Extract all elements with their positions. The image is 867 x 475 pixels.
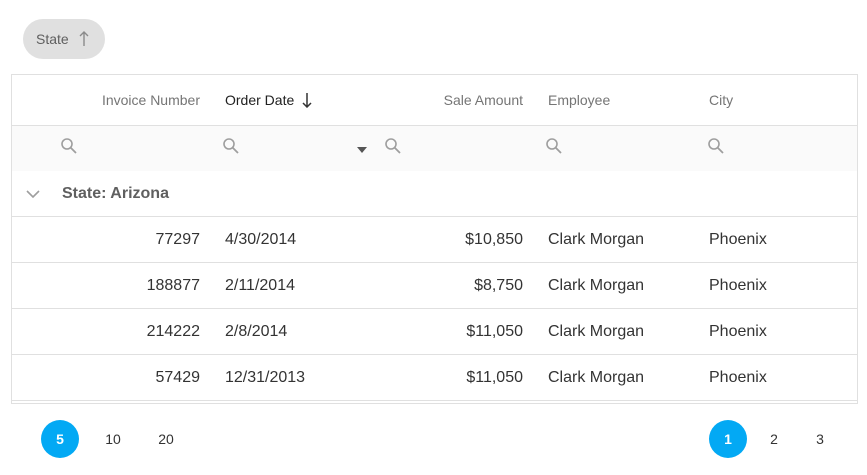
table-row[interactable]: 188877 2/11/2014 $8,750 Clark Morgan Pho…: [12, 263, 857, 309]
cell-city: Phoenix: [709, 230, 767, 248]
search-icon: [384, 137, 402, 160]
column-header-employee[interactable]: Employee: [548, 75, 698, 125]
column-header-invoice-number[interactable]: Invoice Number: [12, 75, 200, 125]
group-row[interactable]: State: Arizona: [12, 171, 857, 217]
cell-city: Phoenix: [709, 368, 767, 386]
search-icon: [60, 137, 78, 160]
cell-employee: Clark Morgan: [548, 322, 645, 340]
filter-row: [12, 126, 857, 171]
page-navigator: 1 2 3: [709, 420, 839, 458]
group-panel: State: [23, 19, 105, 59]
search-icon: [545, 137, 563, 160]
column-header-label: Sale Amount: [443, 92, 523, 108]
cell-city: Phoenix: [709, 276, 767, 294]
header-row: Invoice Number Order Date Sale Amount Em…: [12, 75, 857, 126]
cell-invoice-number: 57429: [155, 368, 201, 386]
cell-employee: Clark Morgan: [548, 368, 645, 386]
filter-sale-amount[interactable]: [384, 126, 402, 171]
arrow-down-icon: [302, 92, 312, 108]
table-row[interactable]: 57429 12/31/2013 $11,050 Clark Morgan Ph…: [12, 355, 857, 401]
column-header-label: City: [709, 92, 734, 108]
cell-invoice-number: 214222: [146, 322, 200, 340]
cell-sale-amount: $8,750: [474, 276, 523, 294]
column-header-city[interactable]: City: [709, 75, 849, 125]
caret-down-icon: [357, 140, 367, 158]
filter-invoice-number[interactable]: [60, 126, 78, 171]
group-chip-state[interactable]: State: [23, 19, 105, 59]
cell-sale-amount: $11,050: [466, 322, 523, 340]
arrow-up-icon: [79, 31, 89, 47]
filter-employee[interactable]: [545, 126, 563, 171]
cell-invoice-number: 188877: [146, 276, 200, 294]
cell-employee: Clark Morgan: [548, 230, 645, 248]
page-2[interactable]: 2: [755, 420, 793, 458]
cell-employee: Clark Morgan: [548, 276, 645, 294]
filter-operation-dropdown[interactable]: [357, 126, 367, 171]
cell-city: Phoenix: [709, 322, 767, 340]
search-icon: [707, 137, 725, 160]
data-grid-widget: State Invoice Number Order Date Sale Amo…: [0, 0, 867, 475]
page-size-selector: 5 10 20: [41, 420, 185, 458]
cell-sale-amount: $11,050: [466, 368, 523, 386]
column-header-label: Order Date: [225, 92, 295, 108]
chevron-down-icon[interactable]: [26, 171, 40, 216]
page-size-5[interactable]: 5: [41, 420, 79, 458]
table-row[interactable]: 214222 2/8/2014 $11,050 Clark Morgan Pho…: [12, 309, 857, 355]
column-header-sale-amount[interactable]: Sale Amount: [312, 75, 523, 125]
search-icon: [222, 137, 240, 160]
data-grid: Invoice Number Order Date Sale Amount Em…: [11, 74, 858, 404]
page-size-10[interactable]: 10: [94, 420, 132, 458]
page-1[interactable]: 1: [709, 420, 747, 458]
group-chip-label: State: [36, 31, 69, 47]
filter-order-date[interactable]: [222, 126, 240, 171]
column-header-label: Employee: [548, 92, 611, 108]
cell-invoice-number: 77297: [155, 230, 201, 248]
group-label: State: Arizona: [62, 184, 169, 202]
column-header-label: Invoice Number: [101, 92, 200, 108]
table-row[interactable]: 77297 4/30/2014 $10,850 Clark Morgan Pho…: [12, 217, 857, 263]
page-3[interactable]: 3: [801, 420, 839, 458]
cell-sale-amount: $10,850: [465, 230, 523, 248]
filter-city[interactable]: [707, 126, 725, 171]
page-size-20[interactable]: 20: [147, 420, 185, 458]
